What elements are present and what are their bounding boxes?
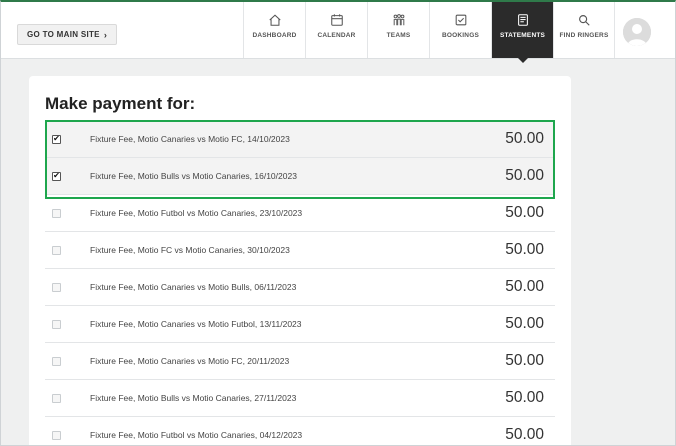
- payment-row-amount: 50.00: [505, 315, 544, 332]
- statements-icon: [517, 14, 528, 26]
- nav-teams-label: TEAMS: [386, 32, 411, 39]
- nav-dashboard-label: DASHBOARD: [252, 32, 297, 39]
- bookings-icon: [455, 14, 466, 26]
- checkbox-unchecked[interactable]: [52, 282, 61, 292]
- nav-calendar-label: CALENDAR: [317, 32, 356, 39]
- payment-row[interactable]: ✔ Fixture Fee, Motio Canaries vs Motio FC…: [45, 121, 555, 158]
- payment-row-label: Fixture Fee, Motio Canaries vs Motio FC,…: [90, 356, 290, 366]
- nav-find-ringers-label: FIND RINGERS: [559, 32, 609, 39]
- payment-row[interactable]: ✔ Fixture Fee, Motio Bulls vs Motio Canar…: [45, 158, 555, 195]
- payment-row[interactable]: Fixture Fee, Motio Futbol vs Motio Canar…: [45, 417, 555, 445]
- payment-row-label: Fixture Fee, Motio Canaries vs Motio Fut…: [90, 319, 302, 329]
- go-to-main-site-button[interactable]: GO TO MAIN SITE ›: [17, 24, 118, 45]
- payment-row-label: Fixture Fee, Motio Canaries vs Motio Bul…: [90, 282, 297, 292]
- payment-row-label: Fixture Fee, Motio Bulls vs Motio Canari…: [90, 393, 297, 403]
- calendar-icon: [330, 14, 343, 26]
- teams-icon: [393, 14, 404, 26]
- checkbox-unchecked[interactable]: [52, 356, 61, 366]
- payment-row-label: Fixture Fee, Motio Bulls vs Motio Canari…: [90, 171, 297, 181]
- checkbox-checked[interactable]: ✔: [52, 171, 61, 181]
- payment-row[interactable]: Fixture Fee, Motio Canaries vs Motio Bul…: [45, 269, 555, 306]
- house-icon: [268, 14, 281, 26]
- payment-row[interactable]: Fixture Fee, Motio Canaries vs Motio FC,…: [45, 343, 555, 380]
- payment-row-label: Fixture Fee, Motio Futbol vs Motio Canar…: [90, 430, 303, 440]
- payment-row-amount: 50.00: [505, 167, 544, 184]
- checkmark-icon: ✔: [53, 134, 60, 143]
- payment-card: Make payment for: ✔ Fixture Fee, Motio Ca…: [29, 76, 571, 445]
- nav-calendar[interactable]: CALENDAR: [305, 2, 367, 58]
- user-silhouette-icon: [623, 18, 651, 46]
- payment-row[interactable]: Fixture Fee, Motio Bulls vs Motio Canari…: [45, 380, 555, 417]
- nav-statements[interactable]: STATEMENTS: [491, 2, 553, 63]
- main-nav: DASHBOARD CALENDAR TEAMS BOOKINGS STATEM…: [243, 2, 615, 63]
- top-navigation: GO TO MAIN SITE › DASHBOARD CALENDAR TEA…: [1, 2, 675, 63]
- payment-row-amount: 50.00: [505, 426, 544, 443]
- nav-bookings-label: BOOKINGS: [442, 32, 479, 39]
- payment-row[interactable]: Fixture Fee, Motio FC vs Motio Canaries,…: [45, 232, 555, 269]
- app-window: GO TO MAIN SITE › DASHBOARD CALENDAR TEA…: [0, 0, 676, 446]
- payment-row-label: Fixture Fee, Motio Canaries vs Motio FC,…: [90, 134, 290, 144]
- payment-row-amount: 50.00: [505, 352, 544, 369]
- checkbox-unchecked[interactable]: [52, 208, 61, 218]
- checkbox-unchecked[interactable]: [52, 430, 61, 440]
- payment-row-amount: 50.00: [505, 389, 544, 406]
- payment-row[interactable]: Fixture Fee, Motio Canaries vs Motio Fut…: [45, 306, 555, 343]
- nav-statements-label: STATEMENTS: [499, 32, 546, 39]
- nav-find-ringers[interactable]: FIND RINGERS: [553, 2, 615, 58]
- payment-row-label: Fixture Fee, Motio Futbol vs Motio Canar…: [90, 208, 303, 218]
- nav-bookings[interactable]: BOOKINGS: [429, 2, 491, 58]
- nav-dashboard[interactable]: DASHBOARD: [243, 2, 305, 58]
- payment-list: ✔ Fixture Fee, Motio Canaries vs Motio FC…: [45, 121, 555, 445]
- go-to-main-site-label: GO TO MAIN SITE: [27, 30, 100, 39]
- page-title: Make payment for:: [45, 94, 196, 113]
- payment-row-amount: 50.00: [505, 130, 544, 147]
- nav-teams[interactable]: TEAMS: [367, 2, 429, 58]
- chevron-right-icon: ›: [103, 29, 108, 40]
- checkbox-unchecked[interactable]: [52, 319, 61, 329]
- checkbox-unchecked[interactable]: [52, 393, 61, 403]
- payment-row-label: Fixture Fee, Motio FC vs Motio Canaries,…: [90, 245, 290, 255]
- payment-row-amount: 50.00: [505, 278, 544, 295]
- checkmark-icon: ✔: [53, 171, 60, 180]
- checkbox-checked[interactable]: ✔: [52, 134, 61, 144]
- checkbox-unchecked[interactable]: [52, 245, 61, 255]
- avatar[interactable]: [623, 18, 651, 46]
- payment-row-amount: 50.00: [505, 241, 544, 258]
- search-icon: [579, 15, 590, 26]
- payment-row-amount: 50.00: [505, 204, 544, 221]
- payment-row[interactable]: Fixture Fee, Motio Futbol vs Motio Canar…: [45, 195, 555, 232]
